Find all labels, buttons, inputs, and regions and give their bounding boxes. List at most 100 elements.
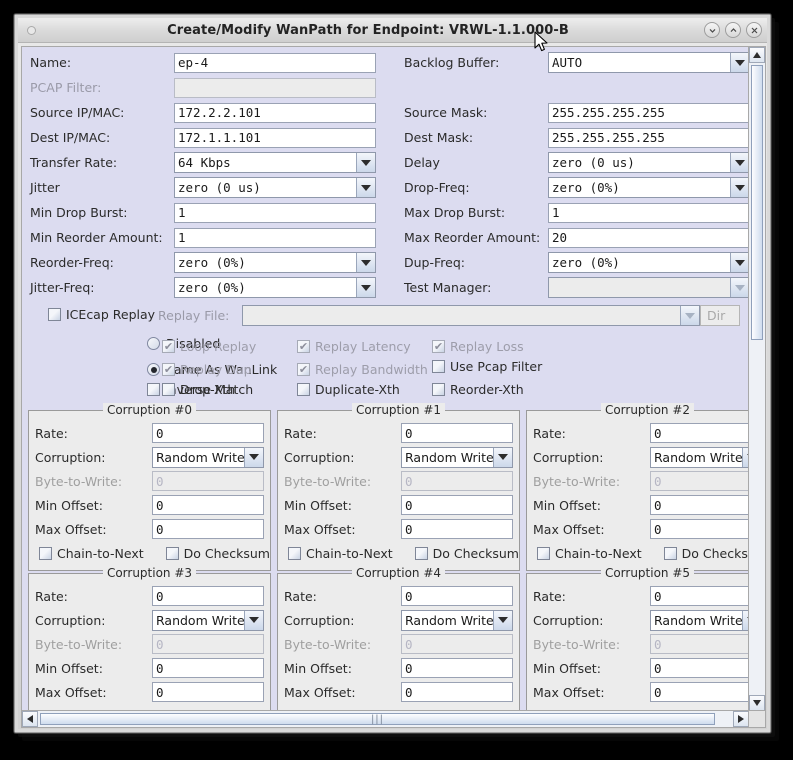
checkbox-box xyxy=(297,383,310,396)
option-chain-to-next[interactable]: Chain-to-Next xyxy=(39,546,144,561)
option-reorder-xth[interactable]: Reorder-Xth xyxy=(432,382,524,397)
text-input[interactable]: 0 xyxy=(401,423,513,443)
checkbox-box xyxy=(432,383,445,396)
combo-box[interactable]: zero (0 us) xyxy=(174,177,376,198)
chevron-down-icon[interactable] xyxy=(680,306,699,325)
window-menu-icon[interactable] xyxy=(27,25,36,35)
text-input[interactable]: 0 xyxy=(152,519,264,539)
option-do-checksum[interactable]: Do Checksum xyxy=(663,546,749,561)
text-input[interactable]: 0 xyxy=(401,682,513,702)
horizontal-scroll-thumb[interactable]: ||| xyxy=(40,713,715,725)
combo-box[interactable]: Random Write xyxy=(152,446,264,468)
chevron-down-icon[interactable] xyxy=(730,278,749,297)
vertical-scroll-thumb[interactable] xyxy=(751,65,763,340)
combo-box[interactable]: Random Write xyxy=(650,446,749,468)
chevron-down-icon[interactable] xyxy=(730,253,749,272)
text-input[interactable]: 172.1.1.101 xyxy=(174,127,376,148)
scroll-right-button[interactable] xyxy=(733,711,749,727)
rate-field: 0 xyxy=(152,423,264,443)
field-label: Max Reorder Amount: xyxy=(404,230,541,245)
form-cell-right: Dup-Freq: zero (0%) xyxy=(396,252,749,273)
panel-row: Corruption: Random Write xyxy=(533,445,749,469)
text-input[interactable]: 255.255.255.255 xyxy=(548,127,749,148)
chevron-down-icon[interactable] xyxy=(493,610,512,630)
combo-box[interactable]: zero (0%) xyxy=(174,252,376,273)
text-input[interactable]: 0 xyxy=(650,519,749,539)
option-chain-to-next[interactable]: Chain-to-Next xyxy=(537,546,642,561)
horizontal-scrollbar[interactable]: ||| xyxy=(22,710,749,727)
text-input[interactable]: 1 xyxy=(548,202,749,223)
text-input[interactable]: 0 xyxy=(650,495,749,515)
text-input[interactable]: 0 xyxy=(401,519,513,539)
text-input[interactable]: 0 xyxy=(401,586,513,606)
chevron-down-icon[interactable] xyxy=(356,253,375,272)
close-icon xyxy=(751,27,757,33)
option-drop-xth[interactable]: Drop-Xth xyxy=(162,382,235,397)
combo-value: 64 Kbps xyxy=(175,153,356,172)
chevron-down-icon[interactable] xyxy=(244,610,263,630)
text-input[interactable]: 20 xyxy=(548,227,749,248)
text-input[interactable]: 0 xyxy=(152,682,264,702)
text-input[interactable]: 0 xyxy=(401,658,513,678)
text-input[interactable]: 172.2.2.101 xyxy=(174,102,376,123)
text-input[interactable]: 0 xyxy=(152,658,264,678)
scroll-up-button[interactable] xyxy=(749,47,765,63)
vertical-scrollbar[interactable] xyxy=(748,47,765,711)
combo-box[interactable]: zero (0 us) xyxy=(548,152,749,173)
combo-box[interactable]: zero (0%) xyxy=(548,177,749,198)
scroll-left-button[interactable] xyxy=(22,711,38,727)
combo-box[interactable]: Random Write xyxy=(152,609,264,631)
title-bar[interactable]: Create/Modify WanPath for Endpoint: VRWL… xyxy=(18,18,767,43)
rate-field: 0 xyxy=(401,586,513,606)
chevron-down-icon[interactable] xyxy=(356,278,375,297)
combo-box[interactable]: Random Write xyxy=(650,609,749,631)
combo-box[interactable]: Random Write xyxy=(401,609,513,631)
chevron-down-icon[interactable] xyxy=(356,153,375,172)
chevron-down-icon[interactable] xyxy=(730,53,749,72)
option-chain-to-next[interactable]: Chain-to-Next xyxy=(288,546,393,561)
byte-to-write-label: Byte-to-Write: xyxy=(284,473,372,489)
dir-button[interactable]: Dir xyxy=(700,305,740,326)
option-do-checksum[interactable]: Do Checksum xyxy=(165,546,270,561)
text-input[interactable]: 0 xyxy=(152,495,264,515)
chevron-down-icon[interactable] xyxy=(244,447,263,467)
chevron-down-icon[interactable] xyxy=(730,153,749,172)
replay-file-combo[interactable] xyxy=(242,305,700,326)
max-offset-label: Max Offset: xyxy=(35,684,107,700)
combo-box[interactable]: zero (0%) xyxy=(548,252,749,273)
maximize-button[interactable] xyxy=(725,22,741,38)
combo-box[interactable]: zero (0%) xyxy=(174,277,376,298)
option-use-pcap-filter[interactable]: Use Pcap Filter xyxy=(432,359,542,374)
minimize-button[interactable] xyxy=(704,22,720,38)
text-input[interactable]: 0 xyxy=(650,658,749,678)
text-input[interactable]: 0 xyxy=(401,495,513,515)
text-input[interactable]: 0 xyxy=(152,586,264,606)
text-input[interactable]: ep-4 xyxy=(174,52,376,73)
text-input[interactable]: 1 xyxy=(174,227,376,248)
corruption-panel: Corruption #3 Rate: 0 Corruption: Random Wri… xyxy=(28,566,271,711)
option-duplicate-xth[interactable]: Duplicate-Xth xyxy=(297,382,400,397)
chevron-down-icon[interactable] xyxy=(356,178,375,197)
checkbox-box: ✔ xyxy=(162,363,175,376)
combo-box[interactable] xyxy=(548,277,749,298)
close-button[interactable] xyxy=(746,22,762,38)
combo-box[interactable]: Random Write xyxy=(401,446,513,468)
icecap-replay-checkbox[interactable]: ICEcap Replay xyxy=(48,307,155,322)
option-do-checksum[interactable]: Do Checksum xyxy=(414,546,519,561)
panel-checks: Chain-to-Next Do Checksum xyxy=(284,541,519,565)
text-input[interactable]: 0 xyxy=(152,423,264,443)
combo-box[interactable]: AUTO xyxy=(548,52,749,73)
option-cell: Inverse Match xyxy=(22,381,253,400)
option-label: Loop Replay xyxy=(180,339,257,354)
chevron-down-icon[interactable] xyxy=(493,447,512,467)
text-input[interactable]: 0 xyxy=(650,586,749,606)
text-input[interactable]: 1 xyxy=(174,202,376,223)
text-input[interactable]: 0 xyxy=(650,423,749,443)
combo-box[interactable]: 64 Kbps xyxy=(174,152,376,173)
combo-value: Random Write xyxy=(402,447,493,467)
checkbox-box xyxy=(537,546,550,560)
scroll-down-button[interactable] xyxy=(749,695,765,711)
text-input[interactable]: 255.255.255.255 xyxy=(548,102,749,123)
chevron-down-icon[interactable] xyxy=(730,178,749,197)
text-input[interactable]: 0 xyxy=(650,682,749,702)
